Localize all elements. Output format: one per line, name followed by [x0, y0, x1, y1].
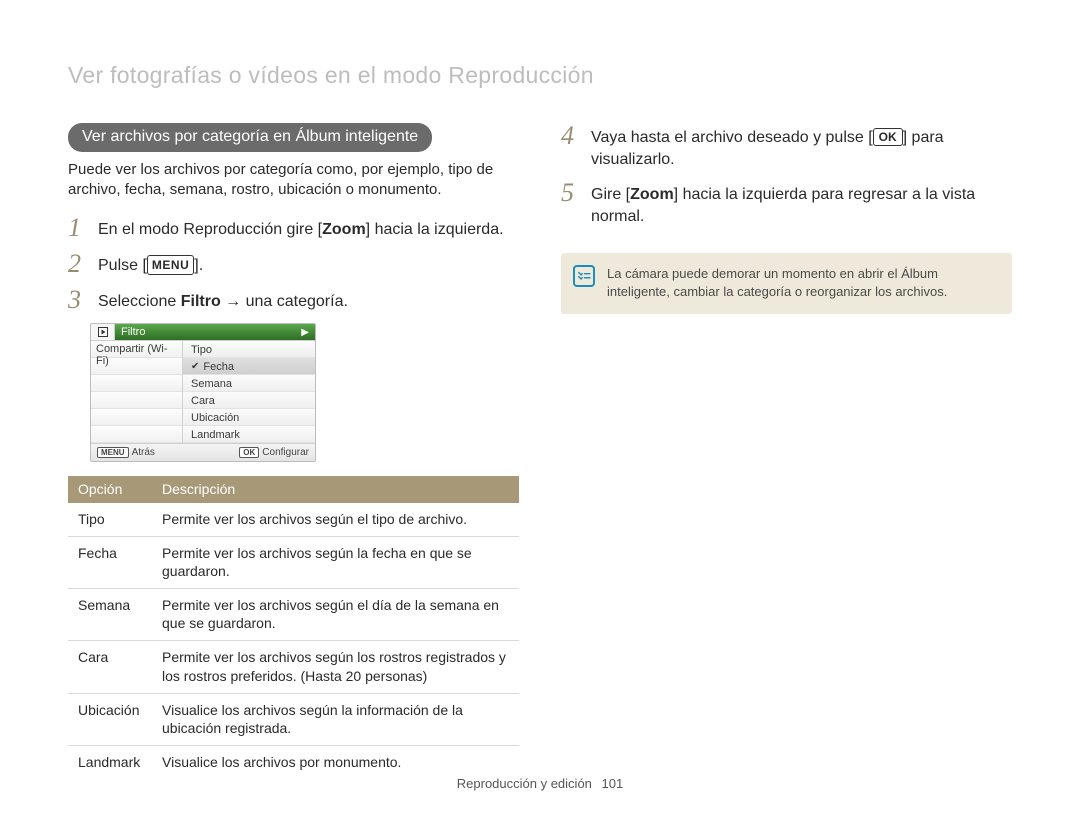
text: Gire [ [591, 186, 630, 203]
left-column: Ver archivos por categoría en Álbum inte… [68, 123, 519, 779]
step-text: Gire [Zoom] hacia la izquierda para regr… [591, 180, 1012, 227]
camera-menu-tab-filtro: Filtro ▶ [115, 324, 315, 340]
step-number: 4 [561, 123, 581, 149]
text: ] hacia la izquierda. [366, 221, 504, 238]
right-column: 4 Vaya hasta el archivo deseado y pulse … [561, 123, 1012, 779]
step-5: 5 Gire [Zoom] hacia la izquierda para re… [561, 180, 1012, 227]
step-number: 1 [68, 215, 88, 241]
table-row: FechaPermite ver los archivos según la f… [68, 536, 519, 588]
list-item [91, 426, 182, 443]
opt-desc: Permite ver los archivos según el tipo d… [152, 503, 519, 537]
step-text: Vaya hasta el archivo deseado y pulse [O… [591, 123, 1012, 170]
table-row: TipoPermite ver los archivos según el ti… [68, 503, 519, 537]
list-item [91, 375, 182, 392]
note-icon [573, 265, 595, 287]
menu-key-icon: MENU [97, 447, 129, 458]
table-header-description: Descripción [152, 476, 519, 503]
list-item-selected: ✔Fecha [183, 358, 315, 375]
back-label: Atrás [132, 447, 155, 458]
list-item [91, 392, 182, 409]
list-item: Tipo [183, 341, 315, 358]
step-number: 2 [68, 251, 88, 277]
table-header-option: Opción [68, 476, 152, 503]
step-2: 2 Pulse [MENU]. [68, 251, 519, 277]
footer-section: Reproducción y edición [457, 776, 592, 791]
note-box: La cámara puede demorar un momento en ab… [561, 253, 1012, 314]
text: Filtro [121, 326, 145, 338]
opt-desc: Visualice los archivos según la informac… [152, 693, 519, 745]
step-4: 4 Vaya hasta el archivo deseado y pulse … [561, 123, 1012, 170]
opt-desc: Permite ver los archivos según la fecha … [152, 536, 519, 588]
text: Seleccione [98, 293, 181, 310]
table-row: LandmarkVisualice los archivos por monum… [68, 746, 519, 780]
camera-menu-left-list: Compartir (Wi-Fi) [91, 341, 183, 443]
text: → una categoría. [221, 293, 348, 310]
list-item: Ubicación [183, 409, 315, 426]
page-number: 101 [602, 776, 624, 791]
list-item: Landmark [183, 426, 315, 443]
page-title: Ver fotografías o vídeos en el modo Repr… [68, 62, 1012, 89]
intro-text: Puede ver los archivos por categoría com… [68, 160, 519, 201]
text: Vaya hasta el archivo deseado y pulse [ [591, 129, 873, 146]
opt-name: Fecha [68, 536, 152, 588]
step-1: 1 En el modo Reproducción gire [Zoom] ha… [68, 215, 519, 241]
opt-desc: Permite ver los archivos según el día de… [152, 589, 519, 641]
camera-menu-footer: MENUAtrás OKConfigurar [91, 443, 315, 461]
opt-desc: Permite ver los archivos según los rostr… [152, 641, 519, 693]
list-item: Compartir (Wi-Fi) [91, 341, 182, 358]
text: En el modo Reproducción gire [ [98, 221, 322, 238]
step-text: Seleccione Filtro → una categoría. [98, 287, 348, 313]
table-row: UbicaciónVisualice los archivos según la… [68, 693, 519, 745]
options-table: Opción Descripción TipoPermite ver los a… [68, 476, 519, 780]
step-text: Pulse [MENU]. [98, 251, 203, 277]
camera-menu-right-list: Tipo ✔Fecha Semana Cara Ubicación Landma… [183, 341, 315, 443]
step-text: En el modo Reproducción gire [Zoom] haci… [98, 215, 504, 241]
page-footer: Reproducción y edición 101 [0, 776, 1080, 791]
chevron-right-icon: ▶ [301, 327, 309, 338]
list-item: Cara [183, 392, 315, 409]
ok-key-icon: OK [873, 128, 903, 146]
zoom-label: Zoom [630, 186, 674, 203]
ok-key-icon: OK [239, 447, 259, 458]
opt-name: Ubicación [68, 693, 152, 745]
menu-key-icon: MENU [147, 255, 194, 275]
opt-name: Semana [68, 589, 152, 641]
text: Pulse [ [98, 257, 147, 274]
check-icon: ✔ [191, 361, 199, 372]
text: ]. [194, 257, 203, 274]
section-heading: Ver archivos por categoría en Álbum inte… [68, 123, 432, 152]
filter-label: Filtro [181, 293, 221, 310]
opt-name: Cara [68, 641, 152, 693]
zoom-label: Zoom [322, 221, 366, 238]
step-number: 5 [561, 180, 581, 206]
camera-menu-illustration: Filtro ▶ Compartir (Wi-Fi) Tipo [90, 323, 316, 462]
opt-desc: Visualice los archivos por monumento. [152, 746, 519, 780]
list-item: Semana [183, 375, 315, 392]
note-text: La cámara puede demorar un momento en ab… [607, 265, 996, 300]
opt-name: Landmark [68, 746, 152, 780]
table-row: CaraPermite ver los archivos según los r… [68, 641, 519, 693]
step-3: 3 Seleccione Filtro → una categoría. [68, 287, 519, 313]
list-item [91, 409, 182, 426]
step-number: 3 [68, 287, 88, 313]
opt-name: Tipo [68, 503, 152, 537]
play-mode-icon [91, 324, 115, 340]
ok-label: Configurar [262, 447, 309, 458]
table-row: SemanaPermite ver los archivos según el … [68, 589, 519, 641]
